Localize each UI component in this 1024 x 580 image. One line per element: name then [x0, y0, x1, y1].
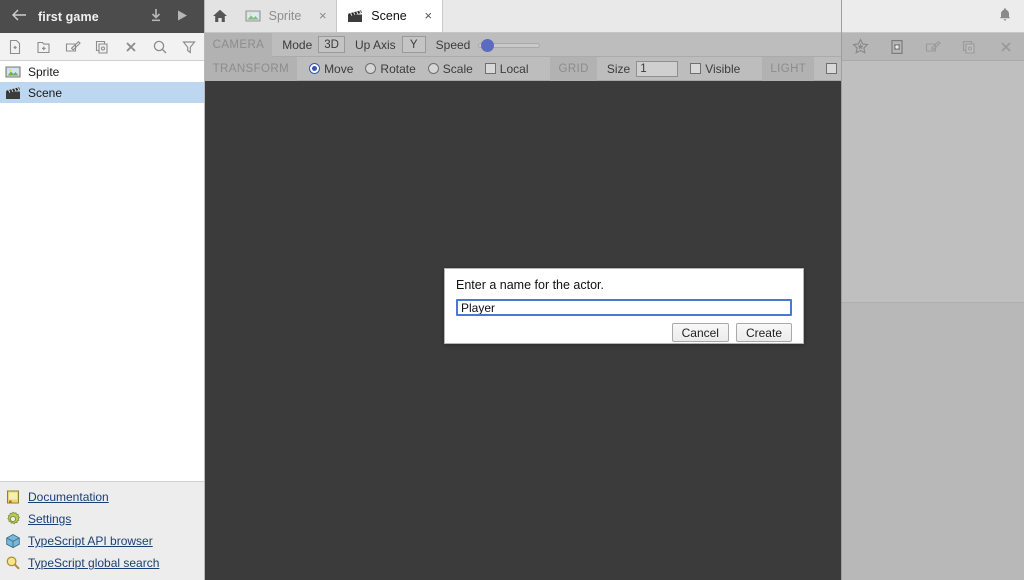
checkbox-grid-visible[interactable]	[690, 63, 702, 74]
tab-bar: Sprite × Scene ×	[204, 0, 842, 33]
camera-up-axis-group: Up Axis Y	[355, 36, 426, 53]
sidebar-links: Documentation Settings TypeScript API br…	[0, 481, 204, 580]
tab-bar-filler	[442, 0, 842, 32]
clapperboard-icon	[5, 85, 21, 101]
grid-size-label: Size	[606, 61, 631, 76]
camera-up-axis-label: Up Axis	[354, 37, 396, 52]
download-icon[interactable]	[143, 8, 169, 25]
rename-icon[interactable]	[915, 33, 951, 61]
sidebar-toolbar	[0, 33, 204, 61]
transform-mode-label: Rotate	[380, 61, 416, 76]
camera-mode-button[interactable]: 3D	[318, 36, 345, 53]
grid-visible-label: Visible	[705, 61, 741, 76]
radio-rotate[interactable]	[365, 63, 377, 74]
dialog-actions: Cancel Create	[456, 323, 792, 342]
camera-mode-group: Mode 3D	[282, 36, 345, 53]
sidebar-link-label: Settings	[28, 512, 72, 526]
sidebar-link-typescript-global-search[interactable]: TypeScript global search	[0, 552, 204, 574]
sidebar-header: first game	[0, 0, 204, 33]
sidebar-link-label: Documentation	[28, 490, 109, 504]
search-icon[interactable]	[145, 33, 174, 61]
slider-thumb[interactable]	[481, 38, 495, 52]
tree-item-label: Scene	[28, 85, 63, 100]
transform-mode-label: Scale	[442, 61, 473, 76]
add-box-icon[interactable]	[879, 33, 915, 61]
tree-item-scene[interactable]: Scene	[0, 82, 204, 103]
transform-mode-rotate[interactable]: Rotate	[365, 61, 416, 76]
tree-item-label: Sprite	[28, 64, 60, 79]
light-section-label: LIGHT	[762, 56, 815, 81]
camera-speed-label: Speed	[435, 37, 471, 52]
camera-toolbar: CAMERA Mode 3D Up Axis Y Speed	[204, 32, 842, 57]
cancel-button[interactable]: Cancel	[671, 323, 729, 342]
new-folder-button[interactable]	[29, 33, 58, 61]
duplicate-icon[interactable]	[951, 33, 987, 61]
grid-size-group: Size	[606, 60, 679, 77]
light-checkbox[interactable]	[826, 63, 841, 74]
search-icon	[5, 555, 21, 571]
rename-icon[interactable]	[58, 33, 87, 61]
clapperboard-icon	[347, 8, 363, 24]
tab-close-icon[interactable]: ×	[317, 9, 328, 22]
bell-icon[interactable]	[998, 7, 1012, 25]
sidebar-link-label: TypeScript API browser	[28, 534, 153, 548]
transform-local-checkbox[interactable]: Local	[484, 61, 529, 76]
sidebar-link-typescript-api-browser[interactable]: TypeScript API browser	[0, 530, 204, 552]
transform-local-label: Local	[499, 61, 529, 76]
image-asset-icon	[245, 8, 261, 24]
transform-mode-scale[interactable]: Scale	[427, 61, 473, 76]
project-sidebar: first game Sprite Scene Documentation Se…	[0, 0, 205, 580]
new-actor-dialog: Enter a name for the actor. Cancel Creat…	[444, 268, 804, 344]
transform-section-label: TRANSFORM	[204, 56, 298, 81]
play-icon[interactable]	[169, 9, 195, 25]
grid-section-label: GRID	[550, 56, 597, 81]
tree-item-sprite[interactable]: Sprite	[0, 61, 204, 82]
transform-mode-move[interactable]: Move	[309, 62, 353, 76]
tab-label: Scene	[371, 8, 407, 23]
tab-scene[interactable]: Scene ×	[337, 0, 443, 32]
radio-move[interactable]	[309, 63, 321, 74]
sidebar-link-label: TypeScript global search	[28, 556, 160, 570]
tab-sprite[interactable]: Sprite ×	[234, 0, 338, 32]
checkbox-local[interactable]	[484, 63, 496, 74]
home-icon[interactable]	[205, 0, 235, 32]
star-icon[interactable]	[842, 33, 878, 61]
camera-speed-slider[interactable]	[478, 38, 541, 52]
transform-toolbar: TRANSFORM Move Rotate Scale Local GRID S…	[204, 56, 842, 81]
camera-mode-label: Mode	[282, 37, 313, 52]
grid-visible-checkbox[interactable]: Visible	[690, 62, 740, 76]
create-button[interactable]: Create	[735, 323, 792, 342]
sidebar-link-settings[interactable]: Settings	[0, 508, 204, 530]
radio-scale[interactable]	[427, 63, 439, 74]
cube-icon	[5, 533, 21, 549]
camera-section-label: CAMERA	[204, 32, 273, 57]
inspector-section-bottom	[842, 303, 1024, 580]
sidebar-link-documentation[interactable]: Documentation	[0, 486, 204, 508]
back-arrow-icon[interactable]	[9, 9, 29, 24]
book-icon	[5, 489, 21, 505]
checkbox-light[interactable]	[826, 63, 838, 74]
camera-up-axis-button[interactable]: Y	[401, 36, 426, 53]
inspector-section-top	[842, 61, 1024, 303]
camera-speed-group: Speed	[436, 38, 541, 52]
inspector-toolbar	[842, 33, 1024, 61]
soupi-editor-window: first game Sprite Scene Documentation Se…	[0, 0, 1024, 580]
project-title: first game	[38, 9, 99, 24]
gear-icon	[5, 511, 21, 527]
transform-mode-label: Move	[324, 61, 354, 76]
dialog-message: Enter a name for the actor.	[456, 278, 604, 292]
image-asset-icon	[5, 64, 21, 80]
filter-icon[interactable]	[175, 33, 204, 61]
asset-tree: Sprite Scene	[0, 61, 204, 481]
close-x-icon[interactable]	[988, 33, 1024, 61]
notifications-bar	[842, 0, 1024, 33]
grid-size-input[interactable]	[636, 60, 679, 77]
duplicate-icon[interactable]	[87, 33, 116, 61]
tab-close-icon[interactable]: ×	[423, 9, 434, 22]
new-file-button[interactable]	[0, 33, 29, 61]
tab-label: Sprite	[268, 8, 302, 23]
actor-name-input[interactable]	[456, 299, 792, 316]
close-x-icon[interactable]	[116, 33, 145, 61]
inspector-panel	[841, 0, 1024, 580]
